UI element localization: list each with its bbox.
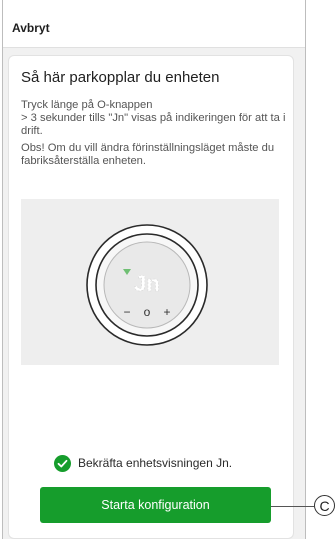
check-circle-icon xyxy=(54,454,71,472)
confirmation-text: Bekräfta enhetsvisningen Jn. xyxy=(78,456,233,470)
cancel-button[interactable]: Avbryt xyxy=(12,21,50,35)
thermostat-dial-image: Jn − o + xyxy=(86,224,208,346)
pairing-title: Så här parkopplar du enheten xyxy=(21,69,220,86)
callout-line xyxy=(271,506,314,507)
start-configuration-button[interactable]: Starta konfiguration xyxy=(40,487,271,523)
callout-marker: C xyxy=(314,495,335,516)
plus-icon: + xyxy=(163,305,170,319)
minus-icon: − xyxy=(123,305,130,319)
instruction-line-2: > 3 sekunder tills "Jn" visas på indiker… xyxy=(21,112,286,137)
device-display: Jn xyxy=(134,271,160,296)
instruction-text: Tryck länge på O-knappen > 3 sekunder ti… xyxy=(21,99,293,138)
top-bar: Avbryt xyxy=(3,0,305,48)
o-button-icon: o xyxy=(144,305,151,319)
confirmation-row: Bekräfta enhetsvisningen Jn. xyxy=(54,454,232,472)
reset-note: Obs! Om du vill ändra förinställningsläg… xyxy=(21,142,275,167)
device-illustration: Jn − o + xyxy=(21,199,279,365)
instruction-line-1: Tryck länge på O-knappen xyxy=(21,99,153,111)
